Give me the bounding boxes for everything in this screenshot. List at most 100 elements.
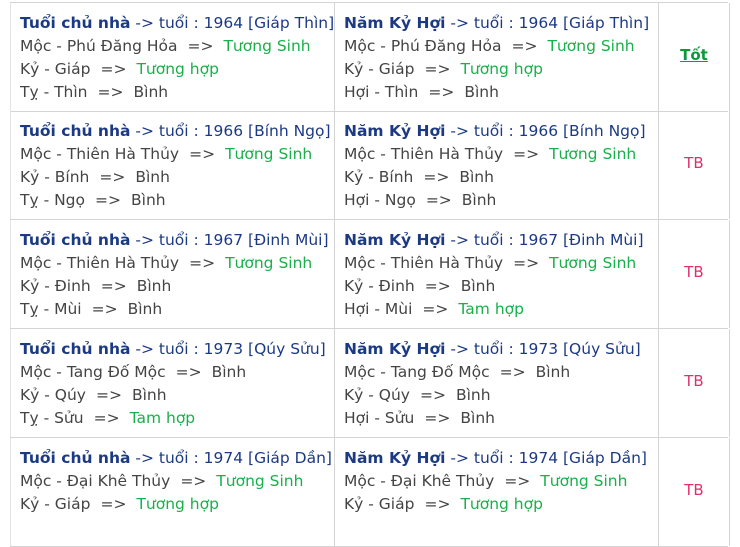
table-row: Tuổi chủ nhà -> tuổi : 1974 [Giáp Dần] Mộ…: [10, 438, 730, 547]
relation-result: Tương Sinh: [540, 472, 628, 490]
heading-title: Năm Kỷ Hợi: [344, 449, 446, 467]
relation-line: Tỵ - Thìn => Bình: [20, 82, 168, 102]
relation-line: Mộc - Đại Khê Thủy => Tương Sinh: [20, 471, 303, 491]
relation-pair: Kỷ - Giáp: [344, 60, 415, 78]
relation-result: Tương Sinh: [547, 37, 635, 55]
heading-age: -> tuổi : 1966 [Bính Ngọ]: [445, 122, 646, 140]
year-age-cell: Năm Kỷ Hợi -> tuổi : 1964 [Giáp Thìn] Mộc…: [334, 3, 657, 111]
relation-line: Kỷ - Bính => Bình: [20, 167, 170, 187]
relation-result: Bình: [131, 191, 166, 209]
relation-arrow: =>: [100, 277, 127, 295]
relation-line: Kỷ - Qúy => Bình: [344, 385, 491, 405]
relation-pair: Mộc - Tang Đố Mộc: [20, 363, 166, 381]
year-age-cell: Năm Kỷ Hợi -> tuổi : 1974 [Giáp Dần] Mộc …: [334, 438, 657, 546]
owner-age-cell: Tuổi chủ nhà -> tuổi : 1967 [Đinh Mùi] Mộ…: [10, 220, 334, 328]
relation-line: Tỵ - Ngọ => Bình: [20, 190, 166, 210]
relation-result: Bình: [136, 277, 172, 295]
relation-result: Bình: [127, 300, 163, 318]
relation-pair: Mộc - Đại Khê Thủy: [344, 472, 495, 490]
relation-pair: Mộc - Thiên Hà Thủy: [20, 254, 180, 272]
verdict-cell: TB: [658, 329, 730, 437]
relation-pair: Kỷ - Giáp: [20, 60, 91, 78]
verdict-label: TB: [684, 154, 704, 172]
relation-line: Mộc - Thiên Hà Thủy => Tương Sinh: [344, 144, 636, 164]
verdict-label: TB: [684, 263, 704, 281]
relation-arrow: =>: [424, 409, 451, 427]
relation-arrow: =>: [424, 60, 451, 78]
relation-pair: Hợi - Ngọ: [344, 191, 416, 209]
relation-arrow: =>: [189, 254, 216, 272]
heading-age: -> tuổi : 1974 [Giáp Dần]: [445, 449, 647, 467]
relation-arrow: =>: [97, 83, 124, 101]
relation-pair: Tỵ - Mùi: [20, 300, 82, 318]
cell-heading: Năm Kỷ Hợi -> tuổi : 1973 [Qúy Sửu]: [344, 339, 641, 359]
cell-heading: Tuổi chủ nhà -> tuổi : 1973 [Qúy Sửu]: [20, 339, 326, 359]
heading-title: Năm Kỷ Hợi: [344, 231, 446, 249]
relation-arrow: =>: [187, 37, 214, 55]
verdict-link[interactable]: Tốt: [659, 46, 729, 64]
relation-result: Tương Sinh: [225, 145, 313, 163]
relation-pair: Kỷ - Đinh: [344, 277, 415, 295]
owner-age-cell: Tuổi chủ nhà -> tuổi : 1973 [Qúy Sửu] Mộc…: [10, 329, 334, 437]
relation-arrow: =>: [513, 145, 540, 163]
relation-arrow: =>: [95, 191, 121, 209]
heading-age: -> tuổi : 1967 [Đinh Mùi]: [445, 231, 644, 249]
cell-heading: Tuổi chủ nhà -> tuổi : 1967 [Đinh Mùi]: [20, 230, 329, 250]
relation-line: Mộc - Phú Đăng Hỏa => Tương Sinh: [20, 36, 311, 56]
relation-arrow: =>: [93, 409, 120, 427]
relation-pair: Tỵ - Thìn: [20, 83, 88, 101]
heading-title: Tuổi chủ nhà: [20, 122, 131, 140]
relation-result: Tương Sinh: [216, 472, 304, 490]
relation-arrow: =>: [91, 300, 118, 318]
heading-age: -> tuổi : 1973 [Qúy Sửu]: [130, 340, 326, 358]
verdict-label: TB: [684, 372, 704, 390]
relation-result: Bình: [455, 386, 491, 404]
relation-pair: Tỵ - Sửu: [20, 409, 84, 427]
relation-line: Tỵ - Sửu => Tam hợp: [20, 408, 195, 428]
relation-pair: Kỷ - Giáp: [20, 495, 91, 513]
heading-age: -> tuổi : 1973 [Qúy Sửu]: [445, 340, 641, 358]
cell-heading: Năm Kỷ Hợi -> tuổi : 1967 [Đinh Mùi]: [344, 230, 644, 250]
relation-arrow: =>: [425, 191, 452, 209]
relation-pair: Hợi - Thìn: [344, 83, 419, 101]
year-age-cell: Năm Kỷ Hợi -> tuổi : 1973 [Qúy Sửu] Mộc -…: [334, 329, 657, 437]
relation-pair: Tỵ - Ngọ: [20, 191, 86, 209]
relation-arrow: =>: [189, 145, 216, 163]
relation-result: Tam hợp: [129, 409, 196, 427]
relation-arrow: =>: [511, 37, 538, 55]
relation-line: Mộc - Thiên Hà Thủy => Tương Sinh: [20, 253, 312, 273]
relation-arrow: =>: [100, 60, 127, 78]
heading-title: Tuổi chủ nhà: [20, 449, 131, 467]
table-row: Tuổi chủ nhà -> tuổi : 1973 [Qúy Sửu] Mộc…: [10, 329, 730, 438]
cell-heading: Năm Kỷ Hợi -> tuổi : 1966 [Bính Ngọ]: [344, 121, 646, 141]
relation-arrow: =>: [504, 472, 531, 490]
relation-line: Hợi - Ngọ => Bình: [344, 190, 496, 210]
relation-arrow: =>: [422, 300, 449, 318]
heading-title: Tuổi chủ nhà: [20, 14, 131, 32]
heading-title: Năm Kỷ Hợi: [344, 14, 446, 32]
relation-line: Tỵ - Mùi => Bình: [20, 299, 162, 319]
owner-age-cell: Tuổi chủ nhà -> tuổi : 1966 [Bính Ngọ] Mộ…: [10, 111, 334, 219]
relation-line: Hợi - Thìn => Bình: [344, 82, 499, 102]
relation-pair: Kỷ - Giáp: [344, 495, 415, 513]
relation-pair: Kỷ - Đinh: [20, 277, 91, 295]
relation-line: Mộc - Tang Đố Mộc => Bình: [20, 362, 246, 382]
relation-arrow: =>: [100, 495, 127, 513]
relation-pair: Mộc - Thiên Hà Thủy: [344, 145, 504, 163]
year-age-cell: Năm Kỷ Hợi -> tuổi : 1967 [Đinh Mùi] Mộc …: [334, 220, 657, 328]
heading-age: -> tuổi : 1974 [Giáp Dần]: [130, 449, 332, 467]
owner-age-cell: Tuổi chủ nhà -> tuổi : 1974 [Giáp Dần] Mộ…: [10, 438, 334, 546]
relation-pair: Kỷ - Bính: [344, 168, 414, 186]
heading-title: Tuổi chủ nhà: [20, 340, 131, 358]
cell-heading: Năm Kỷ Hợi -> tuổi : 1974 [Giáp Dần]: [344, 448, 647, 468]
year-age-cell: Năm Kỷ Hợi -> tuổi : 1966 [Bính Ngọ] Mộc …: [334, 111, 657, 219]
verdict-cell: Tốt: [658, 3, 730, 111]
heading-age: -> tuổi : 1964 [Giáp Thìn]: [445, 14, 650, 32]
relation-arrow: =>: [423, 168, 450, 186]
relation-result: Bình: [459, 168, 494, 186]
relation-arrow: =>: [95, 386, 122, 404]
relation-result: Bình: [460, 277, 496, 295]
relation-result: Tương hợp: [460, 495, 543, 513]
relation-pair: Mộc - Thiên Hà Thủy: [20, 145, 180, 163]
cell-heading: Tuổi chủ nhà -> tuổi : 1964 [Giáp Thìn]: [20, 13, 334, 33]
